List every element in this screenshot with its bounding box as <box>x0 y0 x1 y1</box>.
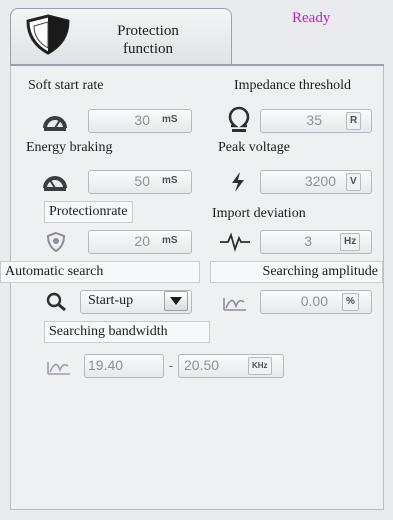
soft-start-rate-label: Soft start rate <box>28 78 104 93</box>
energy-braking-value: 50 <box>134 173 150 189</box>
ohm-icon <box>226 106 252 134</box>
waveform-icon <box>218 232 252 252</box>
bandwidth-to-value: 20.50 <box>184 357 220 373</box>
bandwidth-separator: - <box>168 357 174 373</box>
import-deviation-value: 3 <box>304 233 312 249</box>
soft-start-rate-value: 30 <box>134 112 150 128</box>
search-icon <box>44 290 70 314</box>
speedometer-stop-icon <box>40 170 70 192</box>
energy-braking-unit: mS <box>162 175 178 186</box>
lightning-icon <box>228 170 248 194</box>
import-deviation-unit: Hz <box>340 233 361 251</box>
bandwidth-unit: KHz <box>248 357 272 375</box>
searching-amplitude-unit: % <box>342 293 359 311</box>
status-text: Ready <box>292 10 331 26</box>
automatic-search-value: Start-up <box>88 293 134 308</box>
import-deviation-label: Import deviation <box>212 206 306 221</box>
tab-title: Protection function <box>117 23 179 57</box>
searching-bandwidth-label: Searching bandwidth <box>44 321 210 343</box>
protection-rate-value: 20 <box>134 233 150 249</box>
protection-rate-label: Protectionrate <box>44 201 133 223</box>
amplitude-icon <box>220 290 250 314</box>
searching-amplitude-value: 0.00 <box>300 293 328 309</box>
chevron-down-icon[interactable] <box>164 291 188 311</box>
bandwidth-from-value: 19.40 <box>88 357 124 373</box>
peak-voltage-label: Peak voltage <box>218 140 290 155</box>
energy-braking-label: Energy braking <box>26 140 113 155</box>
searching-amplitude-label: Searching amplitude <box>210 261 383 283</box>
bandwidth-icon <box>44 354 74 378</box>
shield-outline-icon <box>44 230 68 254</box>
peak-voltage-value: 3200 <box>304 173 336 189</box>
automatic-search-label: Automatic search <box>0 261 200 283</box>
impedance-threshold-value: 35 <box>306 112 322 128</box>
protection-rate-unit: mS <box>162 235 178 246</box>
impedance-threshold-unit: R <box>346 112 362 130</box>
shield-icon <box>20 12 76 56</box>
impedance-threshold-label: Impedance threshold <box>234 78 352 93</box>
speedometer-start-icon <box>40 110 70 132</box>
soft-start-rate-unit: mS <box>162 114 178 125</box>
peak-voltage-unit: V <box>346 173 361 191</box>
